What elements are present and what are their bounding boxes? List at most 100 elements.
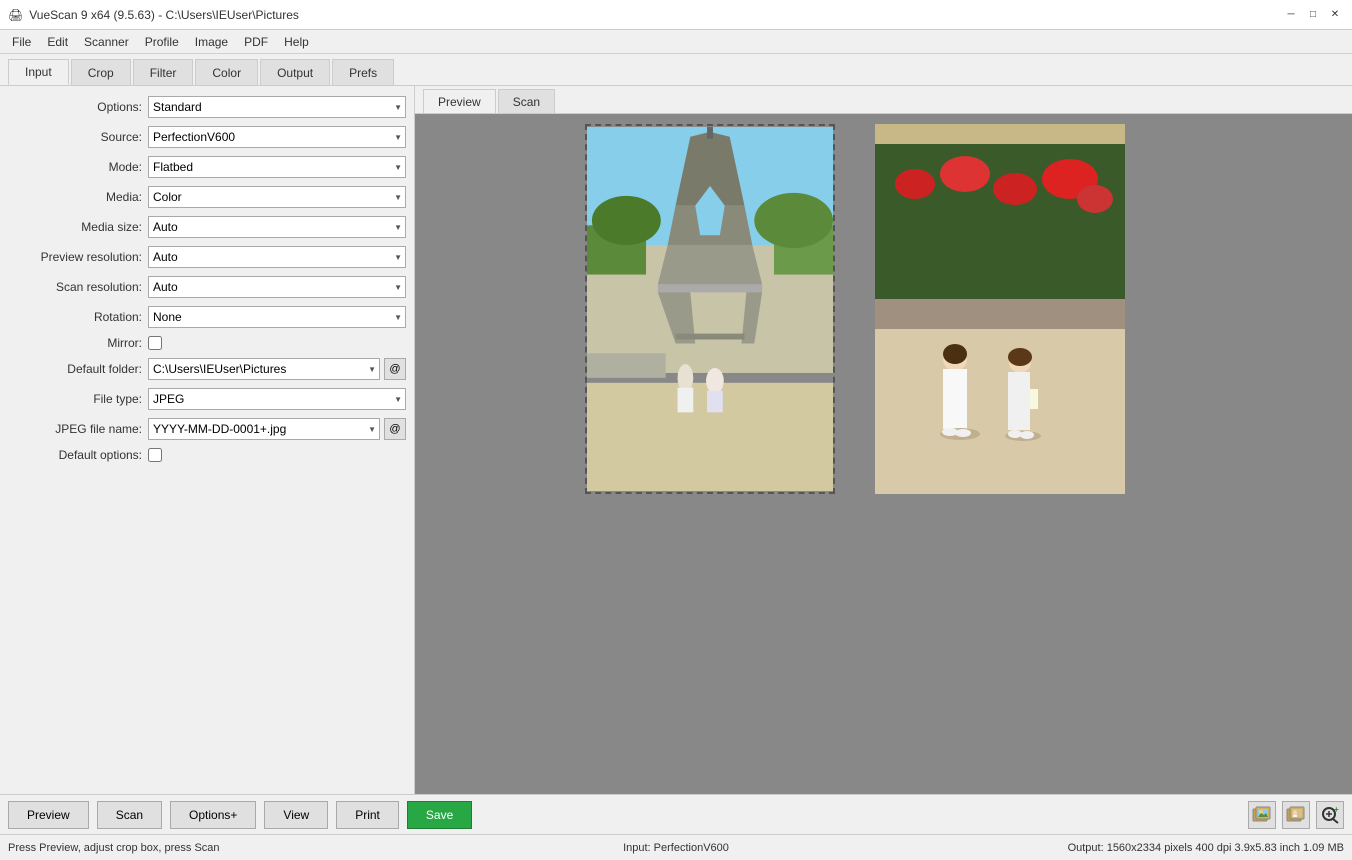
mirror-label: Mirror: — [8, 336, 148, 350]
zoom-in-icon[interactable]: + — [1316, 801, 1344, 829]
media-size-label: Media size: — [8, 220, 148, 234]
mode-select-wrapper: Flatbed ▼ — [148, 156, 406, 178]
preview-resolution-select-wrapper: Auto ▼ — [148, 246, 406, 268]
tab-color[interactable]: Color — [195, 59, 258, 85]
jpeg-filename-row: JPEG file name: YYYY-MM-DD-0001+.jpg ▼ @ — [8, 418, 406, 440]
print-button[interactable]: Print — [336, 801, 399, 829]
menu-help[interactable]: Help — [276, 33, 317, 51]
default-options-label: Default options: — [8, 448, 148, 462]
menu-image[interactable]: Image — [187, 33, 236, 51]
jpeg-filename-select[interactable]: YYYY-MM-DD-0001+.jpg — [148, 418, 380, 440]
status-mid: Input: PerfectionV600 — [453, 842, 898, 854]
main-tabbar: Input Crop Filter Color Output Prefs — [0, 54, 1352, 86]
menubar: File Edit Scanner Profile Image PDF Help — [0, 30, 1352, 54]
menu-profile[interactable]: Profile — [137, 33, 187, 51]
preview-resolution-select[interactable]: Auto — [148, 246, 406, 268]
scan-resolution-select-wrapper: Auto ▼ — [148, 276, 406, 298]
source-select-wrapper: PerfectionV600 ▼ — [148, 126, 406, 148]
mirror-row: Mirror: — [8, 336, 406, 350]
close-button[interactable]: ✕ — [1326, 6, 1344, 24]
action-bar: Preview Scan Options+ View Print Save — [0, 794, 1352, 834]
source-label: Source: — [8, 130, 148, 144]
tab-input[interactable]: Input — [8, 59, 69, 85]
status-left: Press Preview, adjust crop box, press Sc… — [8, 842, 453, 854]
options-plus-button[interactable]: Options+ — [170, 801, 256, 829]
tab-output[interactable]: Output — [260, 59, 330, 85]
save-button[interactable]: Save — [407, 801, 472, 829]
preview-tab-scan[interactable]: Scan — [498, 89, 555, 113]
file-type-row: File type: JPEG ▼ — [8, 388, 406, 410]
source-row: Source: PerfectionV600 ▼ — [8, 126, 406, 148]
media-size-select[interactable]: Auto — [148, 216, 406, 238]
rotation-row: Rotation: None ▼ — [8, 306, 406, 328]
photo-children[interactable] — [875, 124, 1125, 494]
preview-tabbar: Preview Scan — [415, 86, 1352, 114]
media-label: Media: — [8, 190, 148, 204]
mode-label: Mode: — [8, 160, 148, 174]
preview-resolution-label: Preview resolution: — [8, 250, 148, 264]
default-folder-at-button[interactable]: @ — [384, 358, 406, 380]
default-options-checkbox-wrapper — [148, 448, 162, 462]
menu-edit[interactable]: Edit — [39, 33, 76, 51]
file-type-select[interactable]: JPEG — [148, 388, 406, 410]
photo-icon-2[interactable] — [1282, 801, 1310, 829]
scan-resolution-row: Scan resolution: Auto ▼ — [8, 276, 406, 298]
default-folder-input-wrapper: C:\Users\IEUser\Pictures ▼ @ — [148, 358, 406, 380]
default-folder-select-wrapper: C:\Users\IEUser\Pictures ▼ — [148, 358, 380, 380]
minimize-button[interactable]: ─ — [1282, 6, 1300, 24]
menu-scanner[interactable]: Scanner — [76, 33, 137, 51]
statusbar: Press Preview, adjust crop box, press Sc… — [0, 834, 1352, 860]
jpeg-filename-at-button[interactable]: @ — [384, 418, 406, 440]
media-size-select-wrapper: Auto ▼ — [148, 216, 406, 238]
scan-resolution-label: Scan resolution: — [8, 280, 148, 294]
source-select[interactable]: PerfectionV600 — [148, 126, 406, 148]
jpeg-filename-select-wrapper: YYYY-MM-DD-0001+.jpg ▼ — [148, 418, 380, 440]
media-select[interactable]: Color — [148, 186, 406, 208]
mirror-checkbox[interactable] — [148, 336, 162, 350]
photo-icon-1[interactable] — [1248, 801, 1276, 829]
options-select[interactable]: Standard — [148, 96, 406, 118]
titlebar: 🖨 VueScan 9 x64 (9.5.63) - C:\Users\IEUs… — [0, 0, 1352, 30]
mode-row: Mode: Flatbed ▼ — [8, 156, 406, 178]
menu-file[interactable]: File — [4, 33, 39, 51]
menu-pdf[interactable]: PDF — [236, 33, 276, 51]
view-button[interactable]: View — [264, 801, 328, 829]
rotation-select-wrapper: None ▼ — [148, 306, 406, 328]
bottom-icons: + — [1248, 801, 1344, 829]
options-select-wrapper: Standard ▼ — [148, 96, 406, 118]
media-row: Media: Color ▼ — [8, 186, 406, 208]
titlebar-controls: ─ □ ✕ — [1282, 6, 1344, 24]
default-options-checkbox[interactable] — [148, 448, 162, 462]
media-select-wrapper: Color ▼ — [148, 186, 406, 208]
status-right: Output: 1560x2334 pixels 400 dpi 3.9x5.8… — [899, 842, 1344, 854]
preview-resolution-row: Preview resolution: Auto ▼ — [8, 246, 406, 268]
tab-prefs[interactable]: Prefs — [332, 59, 394, 85]
titlebar-left: 🖨 VueScan 9 x64 (9.5.63) - C:\Users\IEUs… — [8, 8, 299, 22]
file-type-label: File type: — [8, 392, 148, 406]
default-folder-select[interactable]: C:\Users\IEUser\Pictures — [148, 358, 380, 380]
mode-select[interactable]: Flatbed — [148, 156, 406, 178]
scan-resolution-select[interactable]: Auto — [148, 276, 406, 298]
jpeg-filename-input-wrapper: YYYY-MM-DD-0001+.jpg ▼ @ — [148, 418, 406, 440]
rotation-select[interactable]: None — [148, 306, 406, 328]
default-folder-label: Default folder: — [8, 362, 148, 376]
file-type-select-wrapper: JPEG ▼ — [148, 388, 406, 410]
preview-canvas[interactable] — [415, 114, 1352, 794]
left-panel: Options: Standard ▼ Source: PerfectionV6… — [0, 86, 415, 794]
media-size-row: Media size: Auto ▼ — [8, 216, 406, 238]
preview-button[interactable]: Preview — [8, 801, 89, 829]
tab-filter[interactable]: Filter — [133, 59, 194, 85]
photo-eiffel[interactable] — [585, 124, 835, 494]
maximize-button[interactable]: □ — [1304, 6, 1322, 24]
preview-tab-preview[interactable]: Preview — [423, 89, 496, 113]
main-layout: Options: Standard ▼ Source: PerfectionV6… — [0, 86, 1352, 794]
window-title: VueScan 9 x64 (9.5.63) - C:\Users\IEUser… — [29, 8, 299, 22]
scan-button[interactable]: Scan — [97, 801, 162, 829]
jpeg-filename-label: JPEG file name: — [8, 422, 148, 436]
rotation-label: Rotation: — [8, 310, 148, 324]
options-row: Options: Standard ▼ — [8, 96, 406, 118]
mirror-checkbox-wrapper — [148, 336, 162, 350]
default-options-row: Default options: — [8, 448, 406, 462]
default-folder-row: Default folder: C:\Users\IEUser\Pictures… — [8, 358, 406, 380]
tab-crop[interactable]: Crop — [71, 59, 131, 85]
